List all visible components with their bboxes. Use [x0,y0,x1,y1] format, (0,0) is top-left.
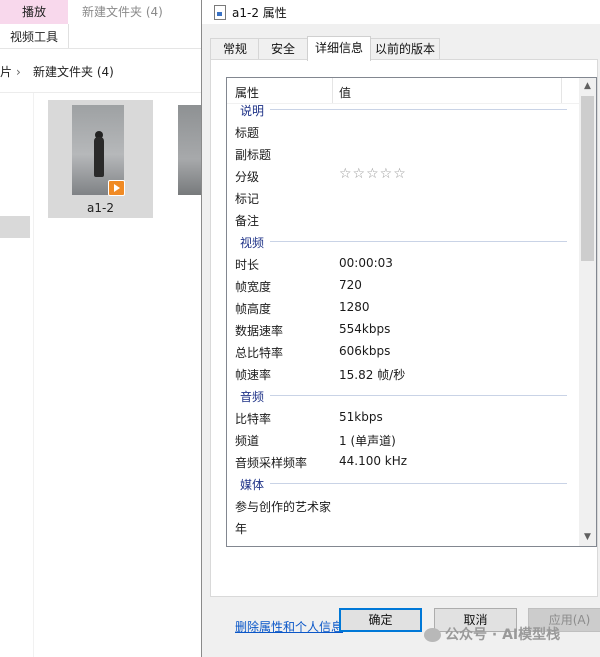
scroll-down-icon[interactable]: ▼ [579,529,596,546]
ok-button[interactable]: 确定 [339,608,422,632]
property-row-year[interactable]: 年 [227,516,579,538]
property-name: 备注 [235,214,260,228]
tab-general[interactable]: 常规 [210,38,260,60]
property-row-title[interactable]: 标题 [227,120,579,142]
property-name: 副标题 [235,148,272,162]
property-row-total-bitrate[interactable]: 总比特率 606kbps [227,340,579,362]
property-row-frame-width[interactable]: 帧宽度 720 [227,274,579,296]
group-divider [270,483,567,484]
group-description: 说明 [227,98,579,120]
property-name: 分级 [235,170,260,184]
property-name: 年 [235,522,248,536]
property-value: 720 [339,278,362,292]
property-name: 时长 [235,258,260,272]
nav-pane-selected-item[interactable] [0,216,30,238]
dialog-title: a1-2 属性 [232,6,287,20]
video-file-icon [214,5,226,20]
ribbon-video-tools[interactable]: 视频工具 [0,24,69,48]
property-value: 15.82 帧/秒 [339,368,406,382]
property-value: 1 (单声道) [339,434,396,448]
star-icon[interactable]: ☆☆☆☆☆ [339,166,407,182]
property-list[interactable]: 属性 值 说明 标题 副标题 分级 ☆☆☆☆☆ 标记 备注 视频 时长 00:0… [226,77,597,547]
property-value: 00:00:03 [339,256,393,270]
details-panel: 属性 值 说明 标题 副标题 分级 ☆☆☆☆☆ 标记 备注 视频 时长 00:0… [210,59,598,634]
play-badge-icon [108,180,125,196]
property-value: 51kbps [339,410,383,424]
property-value: 606kbps [339,344,391,358]
properties-dialog: a1-2 属性 常规 安全 详细信息 以前的版本 属性 值 说明 标题 副标题 … [201,0,600,657]
property-row-channels[interactable]: 频道 1 (单声道) [227,428,579,450]
property-row-sample-rate[interactable]: 音频采样频率 44.100 kHz [227,450,579,472]
property-rows: 说明 标题 副标题 分级 ☆☆☆☆☆ 标记 备注 视频 时长 00:00:03 … [227,98,579,538]
group-heading: 音频 [240,390,265,404]
watermark: 公众号 · AI模型栈 [424,624,560,644]
tab-previous-versions[interactable]: 以前的版本 [370,38,440,60]
group-audio: 音频 [227,384,579,406]
property-row-tags[interactable]: 标记 [227,186,579,208]
scroll-thumb[interactable] [581,96,594,261]
property-value: 554kbps [339,322,391,336]
property-row-contributing-artists[interactable]: 参与创作的艺术家 [227,494,579,516]
property-name: 总比特率 [235,346,284,360]
property-name: 参与创作的艺术家 [235,500,332,514]
property-name: 比特率 [235,412,272,426]
group-divider [270,241,567,242]
scroll-up-icon[interactable]: ▲ [579,78,596,95]
dialog-titlebar[interactable]: a1-2 属性 [202,0,600,24]
ribbon-tab-play[interactable]: 播放 [0,0,68,24]
property-row-data-rate[interactable]: 数据速率 554kbps [227,318,579,340]
property-name: 帧高度 [235,302,272,316]
property-row-frame-rate[interactable]: 帧速率 15.82 帧/秒 [227,362,579,384]
property-value: 44.100 kHz [339,454,408,468]
address-fragment: 片 [0,65,13,79]
property-row-rating[interactable]: 分级 ☆☆☆☆☆ [227,164,579,186]
group-heading: 视频 [240,236,265,250]
wechat-icon [424,628,441,642]
ribbon-folder-title: 新建文件夹 (4) [82,5,163,19]
property-name: 帧宽度 [235,280,272,294]
remove-properties-link[interactable]: 删除属性和个人信息 [235,618,343,635]
file-name-label: a1-2 [87,201,114,215]
property-value: 1280 [339,300,370,314]
chevron-right-icon[interactable]: › [16,57,21,87]
property-name: 频道 [235,434,260,448]
property-name: 数据速率 [235,324,284,338]
property-name: 标记 [235,192,260,206]
property-row-duration[interactable]: 时长 00:00:03 [227,252,579,274]
group-video: 视频 [227,230,579,252]
address-divider [0,92,205,93]
property-name: 帧速率 [235,368,272,382]
vertical-scrollbar[interactable]: ▲ ▼ [579,78,596,546]
property-row-frame-height[interactable]: 帧高度 1280 [227,296,579,318]
tab-details[interactable]: 详细信息 [307,36,371,61]
property-row-subtitle[interactable]: 副标题 [227,142,579,164]
breadcrumb-folder[interactable]: 新建文件夹 (4) [33,57,114,87]
group-heading: 媒体 [240,478,265,492]
group-heading: 说明 [240,104,265,118]
property-name: 音频采样频率 [235,456,308,470]
nav-pane-border [33,93,34,657]
ribbon-divider [0,48,205,49]
watermark-text: 公众号 · AI模型栈 [445,627,561,643]
property-row-bitrate[interactable]: 比特率 51kbps [227,406,579,428]
thumbnail-figure-body [94,137,104,177]
group-divider [270,395,567,396]
property-row-comments[interactable]: 备注 [227,208,579,230]
property-name: 标题 [235,126,260,140]
group-media: 媒体 [227,472,579,494]
video-thumbnail-2[interactable] [178,105,202,195]
tab-security[interactable]: 安全 [258,38,308,60]
group-divider [270,109,567,110]
address-bar[interactable]: 片 › 新建文件夹 (4) [0,57,205,87]
